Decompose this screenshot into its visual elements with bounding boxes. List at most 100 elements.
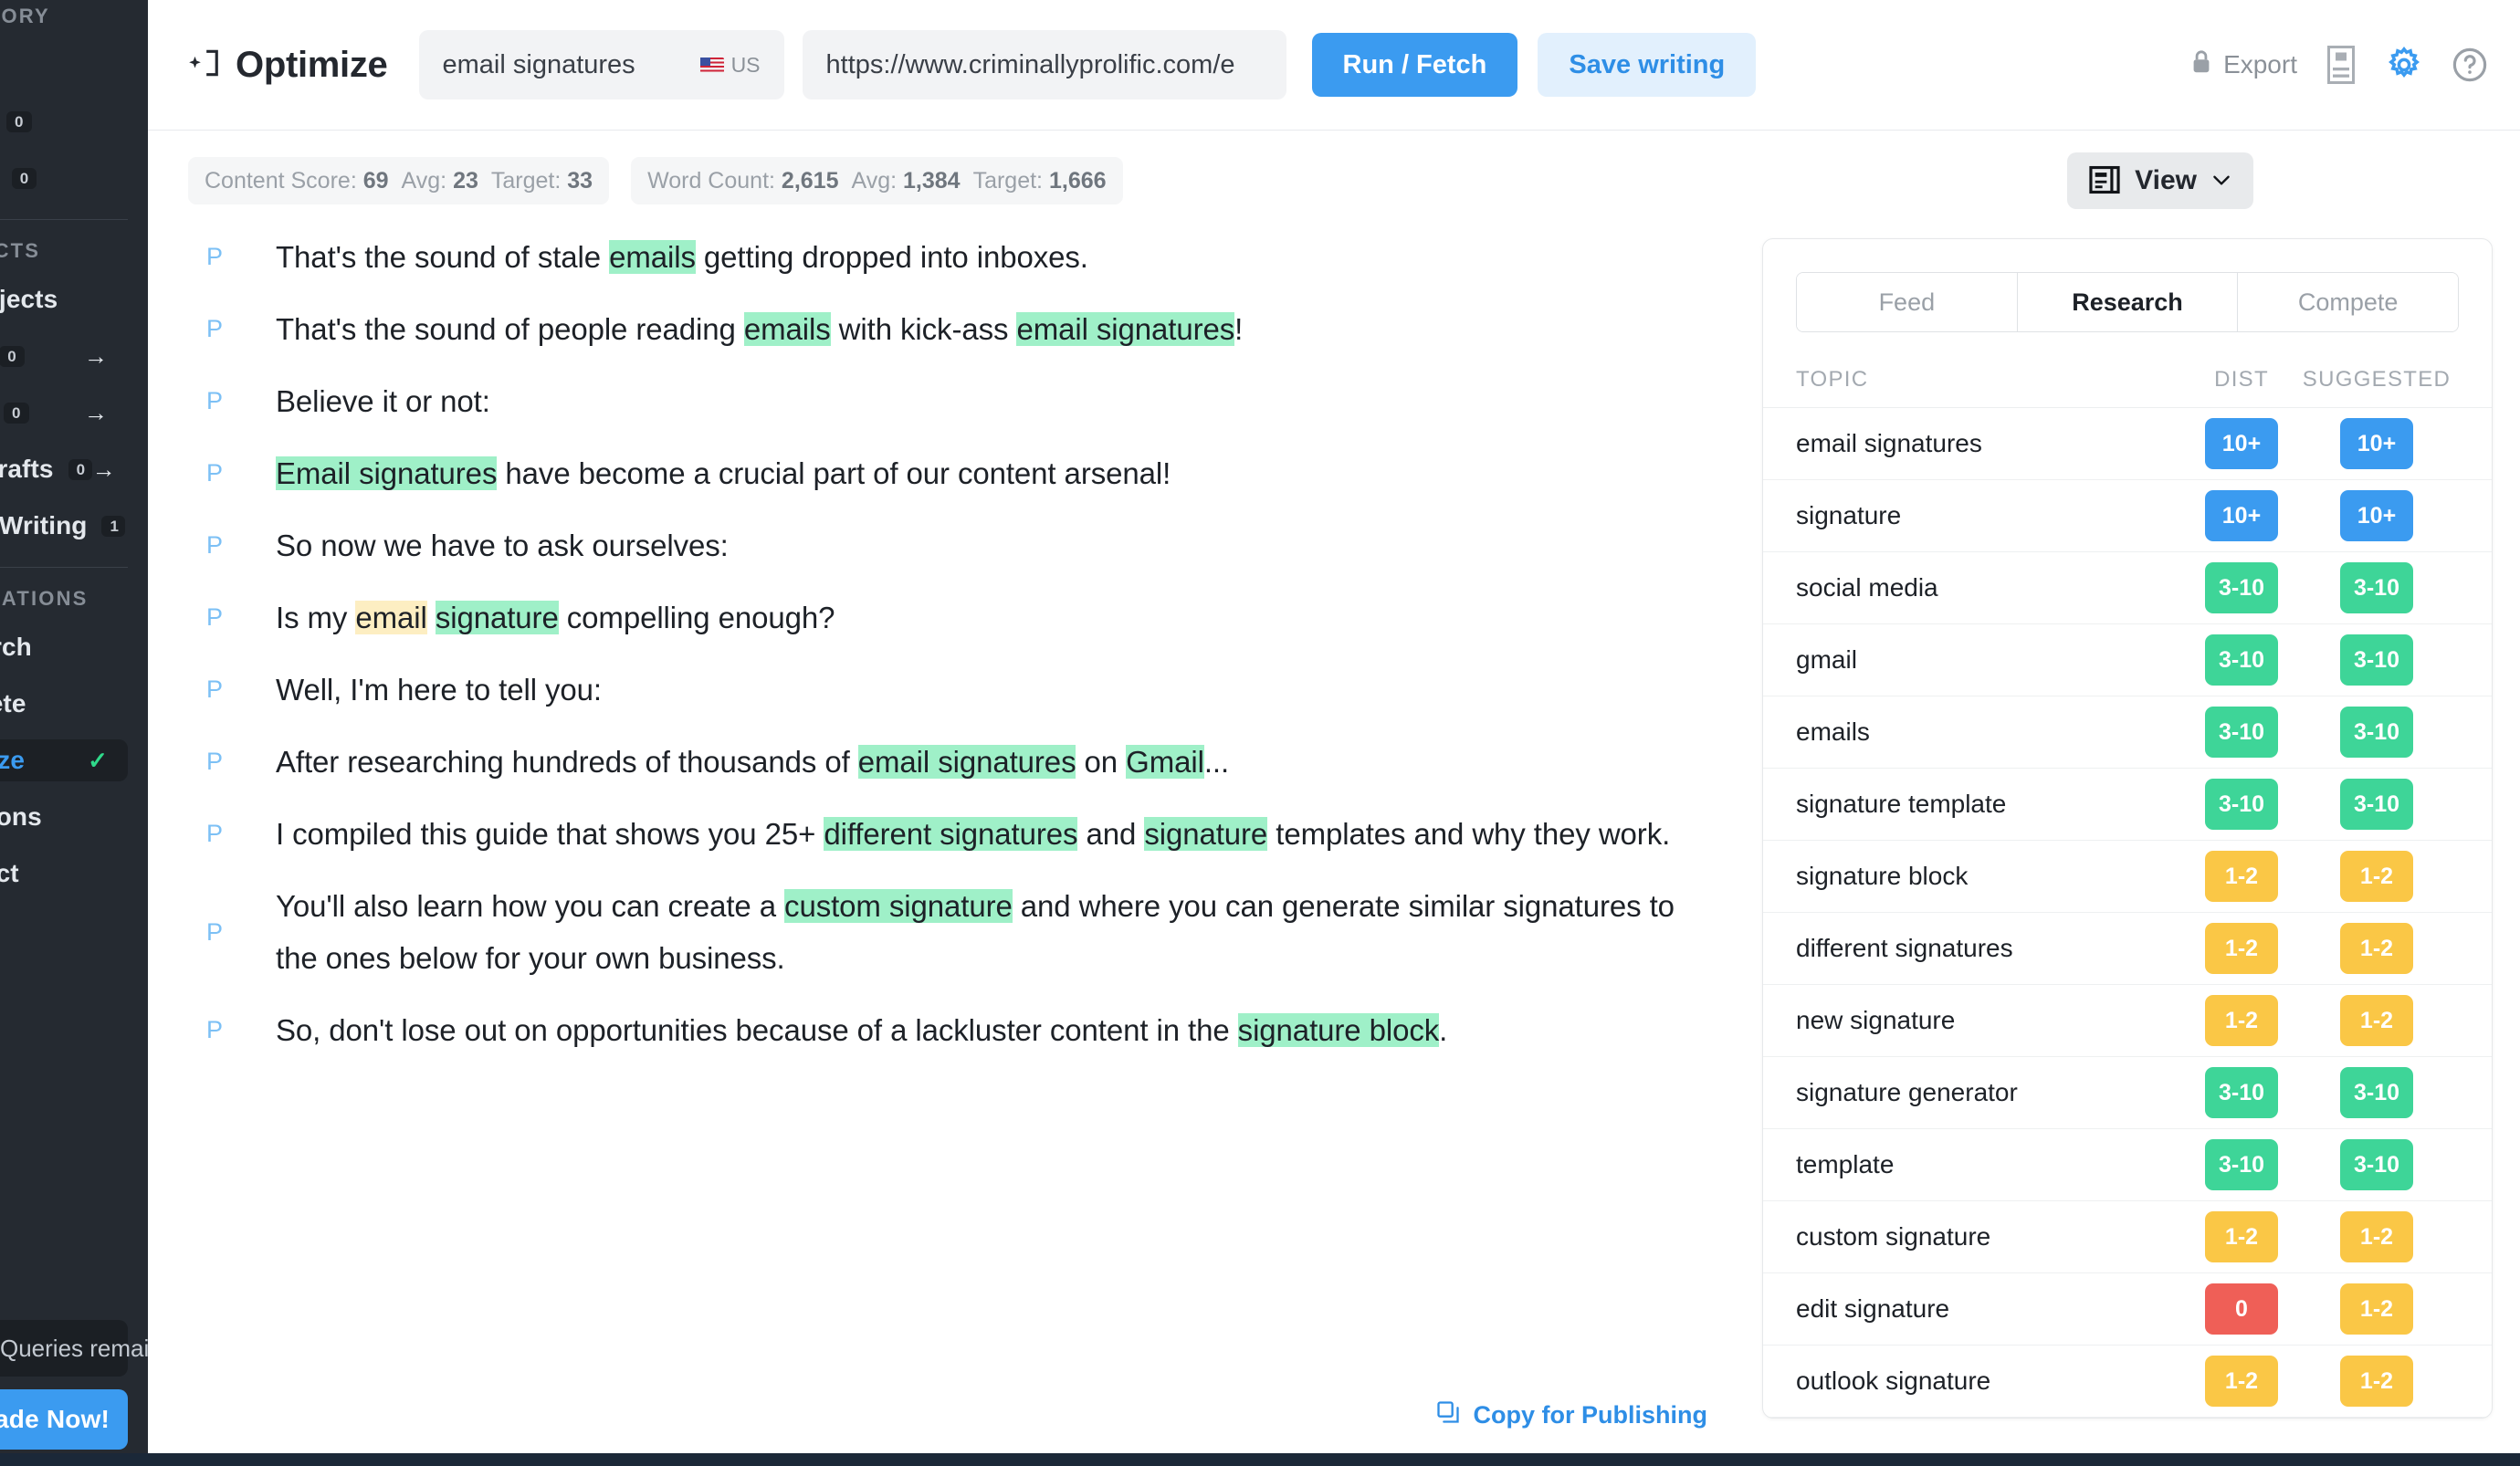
table-row[interactable]: edit signature01-2 [1763, 1273, 2492, 1346]
dist-badge[interactable]: 10+ [2205, 490, 2278, 541]
sidebar-item-optimize[interactable]: Optimize ✓ [0, 739, 128, 781]
word-target-label: Target: [973, 168, 1043, 194]
suggested-badge[interactable]: 3-10 [2340, 707, 2413, 758]
keyword-input[interactable]: email signatures US [419, 30, 784, 99]
suggested-badge[interactable]: 3-10 [2340, 1139, 2413, 1190]
content-score-pill: Content Score: 69 Avg: 23 Target: 33 [188, 157, 609, 204]
paragraph-row[interactable]: PAfter researching hundreds of thousands… [188, 736, 1707, 788]
gear-icon[interactable] [2385, 46, 2423, 84]
locale-selector[interactable]: US [700, 53, 761, 78]
tab-research[interactable]: Research [2018, 273, 2239, 331]
suggested-badge[interactable]: 1-2 [2340, 851, 2413, 902]
paragraph-text: That's the sound of stale emails getting… [276, 231, 1707, 283]
dist-badge[interactable]: 1-2 [2205, 995, 2278, 1046]
suggested-badge[interactable]: 3-10 [2340, 779, 2413, 830]
document-editor[interactable]: PThat's the sound of stale emails gettin… [148, 231, 1762, 1466]
suggested-badge[interactable]: 3-10 [2340, 562, 2413, 613]
arrow-right-icon[interactable]: → [84, 344, 108, 368]
export-button[interactable]: Export [2190, 49, 2297, 81]
dist-badge[interactable]: 3-10 [2205, 1139, 2278, 1190]
sidebar-item-saved-writing[interactable]: Saved Writing 1 [0, 505, 128, 547]
sidebar-item-pages[interactable]: Pages 0 [0, 100, 128, 142]
dist-badge[interactable]: 3-10 [2205, 779, 2278, 830]
paragraph-list: PThat's the sound of stale emails gettin… [188, 231, 1707, 1056]
table-row[interactable]: custom signature1-21-2 [1763, 1201, 2492, 1273]
table-row[interactable]: signature10+10+ [1763, 480, 2492, 552]
suggested-badge[interactable]: 1-2 [2340, 1356, 2413, 1407]
sidebar-item-briefs[interactable]: Briefs 0 → [0, 392, 128, 434]
table-row[interactable]: email signatures10+10+ [1763, 408, 2492, 480]
sidebar-item-compete[interactable]: Compete [0, 683, 128, 725]
paragraph-row[interactable]: PYou'll also learn how you can create a … [188, 880, 1707, 984]
suggested-badge[interactable]: 1-2 [2340, 1283, 2413, 1335]
dist-badge[interactable]: 3-10 [2205, 707, 2278, 758]
suggested-badge[interactable]: 3-10 [2340, 1067, 2413, 1118]
sidebar-item-plans[interactable]: Plans 0 → [0, 335, 128, 377]
word-avg-label: Avg: [851, 168, 897, 194]
sidebar-item-questions[interactable]: Questions [0, 796, 128, 838]
paragraph-row[interactable]: PEmail signatures have become a crucial … [188, 447, 1707, 499]
sidebar-item-all-projects[interactable]: All Projects [0, 278, 128, 320]
paragraph-row[interactable]: PSo now we have to ask ourselves: [188, 519, 1707, 571]
suggested-badge[interactable]: 10+ [2340, 418, 2413, 469]
table-row[interactable]: template3-103-10 [1763, 1129, 2492, 1201]
dist-cell: 1-2 [2189, 851, 2294, 902]
table-row[interactable]: signature generator3-103-10 [1763, 1057, 2492, 1129]
text-run: ! [1234, 312, 1243, 346]
suggested-badge[interactable]: 3-10 [2340, 634, 2413, 686]
dist-badge[interactable]: 3-10 [2205, 634, 2278, 686]
dist-badge[interactable]: 1-2 [2205, 923, 2278, 974]
arrow-right-icon[interactable]: → [84, 401, 108, 424]
sidebar-item-research[interactable]: Research [0, 626, 128, 668]
suggested-badge[interactable]: 1-2 [2340, 923, 2413, 974]
highlight-green: different signatures [824, 817, 1077, 851]
view-dropdown-button[interactable]: View [2067, 152, 2253, 209]
topic-name: different signatures [1796, 934, 2189, 963]
dist-badge[interactable]: 3-10 [2205, 562, 2278, 613]
sidebar-item-first-drafts[interactable]: First Drafts 0 → [0, 448, 128, 490]
text-run: . [1439, 1013, 1447, 1047]
paragraph-text: I compiled this guide that shows you 25+… [276, 808, 1707, 860]
paragraph-row[interactable]: PIs my email signature compelling enough… [188, 592, 1707, 644]
dist-badge[interactable]: 1-2 [2205, 1211, 2278, 1262]
help-icon[interactable] [2451, 46, 2489, 84]
document-panel-icon[interactable] [2325, 44, 2357, 86]
dist-badge[interactable]: 3-10 [2205, 1067, 2278, 1118]
sidebar-item-all[interactable]: All 0 [0, 44, 128, 86]
sidebar-item-topics[interactable]: Topics 0 [0, 157, 128, 199]
url-input[interactable]: https://www.criminallyprolific.com/e [803, 30, 1286, 99]
dist-badge[interactable]: 0 [2205, 1283, 2278, 1335]
suggested-badge[interactable]: 1-2 [2340, 1211, 2413, 1262]
tab-compete[interactable]: Compete [2238, 273, 2458, 331]
suggested-cell: 10+ [2294, 490, 2459, 541]
upgrade-now-button[interactable]: Upgrade Now! [0, 1389, 128, 1450]
highlight-green: Gmail [1126, 745, 1204, 779]
paragraph-row[interactable]: PThat's the sound of stale emails gettin… [188, 231, 1707, 283]
run-fetch-button[interactable]: Run / Fetch [1312, 33, 1518, 97]
paragraph-row[interactable]: PI compiled this guide that shows you 25… [188, 808, 1707, 860]
dist-badge[interactable]: 1-2 [2205, 1356, 2278, 1407]
suggested-badge[interactable]: 1-2 [2340, 995, 2413, 1046]
arrow-right-icon[interactable]: → [92, 457, 116, 481]
copy-for-publishing-label: Copy for Publishing [1474, 1401, 1708, 1429]
table-row[interactable]: emails3-103-10 [1763, 696, 2492, 769]
copy-for-publishing-button[interactable]: Copy for Publishing [1424, 1396, 1708, 1435]
dist-badge[interactable]: 10+ [2205, 418, 2278, 469]
save-writing-button[interactable]: Save writing [1538, 33, 1756, 97]
table-row[interactable]: different signatures 1-2 1-2 [1763, 913, 2492, 985]
sidebar-item-connect[interactable]: Connect [0, 853, 128, 895]
paragraph-row[interactable]: PWell, I'm here to tell you: [188, 664, 1707, 716]
table-row[interactable]: new signature1-21-2 [1763, 985, 2492, 1057]
suggested-badge[interactable]: 10+ [2340, 490, 2413, 541]
table-row[interactable]: signature block1-21-2 [1763, 841, 2492, 913]
tab-feed[interactable]: Feed [1797, 273, 2018, 331]
paragraph-row[interactable]: PSo, don't lose out on opportunities bec… [188, 1004, 1707, 1056]
table-row[interactable]: social media3-103-10 [1763, 552, 2492, 624]
paragraph-row[interactable]: PThat's the sound of people reading emai… [188, 303, 1707, 355]
paragraph-row[interactable]: PBelieve it or not: [188, 375, 1707, 427]
table-row[interactable]: outlook signature1-21-2 [1763, 1346, 2492, 1418]
dist-badge[interactable]: 1-2 [2205, 851, 2278, 902]
table-row[interactable]: signature template3-103-10 [1763, 769, 2492, 841]
paragraph-tag: P [188, 243, 276, 271]
table-row[interactable]: gmail3-103-10 [1763, 624, 2492, 696]
